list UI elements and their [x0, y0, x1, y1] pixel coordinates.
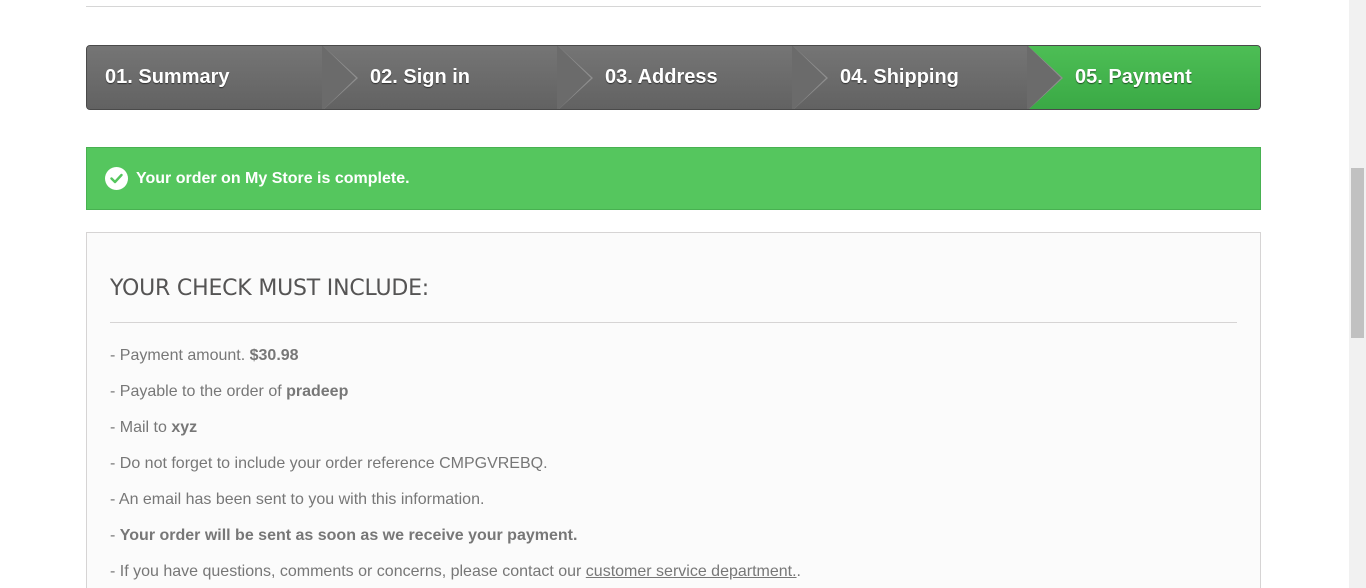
customer-service-link[interactable]: customer service department. [586, 563, 797, 580]
shipping-notice-line: - Your order will be sent as soon as we … [110, 525, 1237, 561]
step-summary-label: 01. Summary [105, 66, 230, 88]
success-alert: Your order on My Store is complete. [86, 147, 1261, 210]
checkout-steps: 01. Summary 02. Sign in 03. Address 04. … [86, 45, 1261, 110]
contact-suffix: . [796, 563, 801, 580]
payable-to-line: - Payable to the order of pradeep [110, 381, 1237, 417]
payment-amount-value: $30.98 [249, 347, 299, 364]
step-separator-inner [792, 46, 826, 109]
top-divider [86, 6, 1261, 7]
check-instructions-list: - Payment amount. $30.98 - Payable to th… [110, 323, 1237, 588]
mail-to-value: xyz [171, 419, 198, 436]
mail-to-line: - Mail to xyz [110, 417, 1237, 453]
check-circle-icon [105, 167, 128, 190]
step-shipping-label: 04. Shipping [840, 66, 959, 88]
step-separator-inner [322, 46, 356, 109]
email-sent-line: - An email has been sent to you with thi… [110, 491, 485, 508]
check-instructions-heading: YOUR CHECK MUST INCLUDE: [110, 233, 1237, 323]
contact-line: - If you have questions, comments or con… [110, 561, 1237, 588]
payment-amount-line: - Payment amount. $30.98 [110, 345, 1237, 381]
step-payment-label: 05. Payment [1075, 66, 1192, 88]
contact-prefix: - If you have questions, comments or con… [110, 563, 586, 580]
step-separator-inner [1027, 46, 1061, 109]
step-address-label: 03. Address [605, 66, 718, 88]
scrollbar-thumb[interactable] [1351, 168, 1364, 338]
payable-to-value: pradeep [286, 383, 349, 400]
step-sign-in-label: 02. Sign in [370, 66, 471, 88]
success-alert-text: Your order on My Store is complete. [136, 169, 410, 187]
step-summary[interactable]: 01. Summary [87, 46, 358, 109]
order-confirmation-page: 01. Summary 02. Sign in 03. Address 04. … [0, 0, 1366, 588]
mail-to-prefix: - Mail to [110, 419, 172, 436]
payable-to-prefix: - Payable to the order of [110, 383, 287, 400]
shipping-notice-text: Your order will be sent as soon as we re… [119, 527, 578, 544]
payment-amount-prefix: - Payment amount. [110, 347, 250, 364]
page-scrollbar[interactable] [1349, 0, 1366, 588]
shipping-notice-prefix: - [110, 527, 120, 544]
order-reference-line: - Do not forget to include your order re… [110, 455, 548, 472]
step-separator-inner [557, 46, 591, 109]
check-instructions-box: YOUR CHECK MUST INCLUDE: - Payment amoun… [86, 232, 1261, 588]
